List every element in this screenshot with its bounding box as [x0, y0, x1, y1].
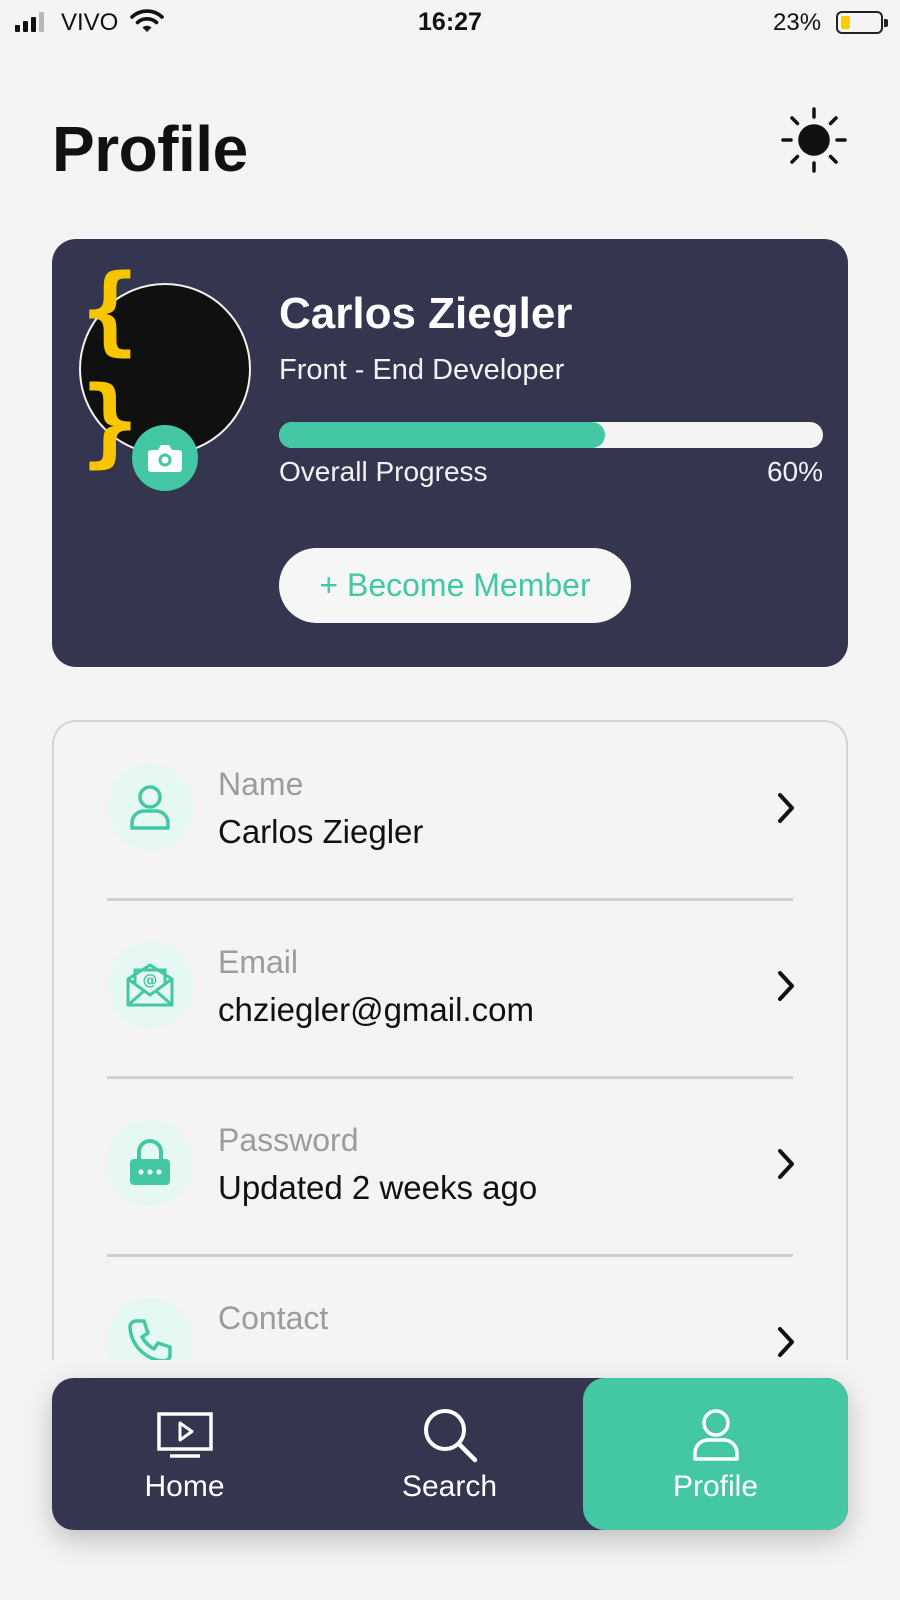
- account-settings-list: Name Carlos Ziegler @ Email chziegler@gm…: [52, 720, 848, 1360]
- settings-row-contact[interactable]: Contact: [54, 1256, 846, 1360]
- settings-row-name[interactable]: Name Carlos Ziegler: [54, 722, 846, 900]
- bottom-navigation: Home Search Profile: [52, 1378, 848, 1530]
- phone-icon: [107, 1298, 193, 1360]
- setting-value: Carlos Ziegler: [218, 813, 424, 850]
- setting-label: Name: [218, 766, 304, 802]
- nav-item-profile[interactable]: Profile: [583, 1378, 848, 1530]
- setting-value: chziegler@gmail.com: [218, 991, 534, 1028]
- nav-label: Profile: [672, 1470, 759, 1503]
- setting-value: Updated 2 weeks ago: [218, 1169, 538, 1206]
- progress-label: Overall Progress: [279, 456, 488, 487]
- progress-value: 60%: [766, 456, 823, 487]
- nav-item-search[interactable]: Search: [317, 1378, 582, 1530]
- theme-toggle-button[interactable]: [778, 104, 850, 176]
- progress-bar-fill: [279, 422, 606, 448]
- profile-screen: VIVO 16:27 23% Profile {} Carlos Ziegle…: [0, 0, 900, 1600]
- settings-row-email[interactable]: @ Email chziegler@gmail.com: [54, 900, 846, 1078]
- nav-label: Search: [401, 1470, 498, 1503]
- profile-card: { } Carlos Ziegler Front - End Developer…: [52, 239, 848, 667]
- profile-name: Carlos Ziegler: [279, 289, 573, 338]
- chevron-right-icon: [766, 1322, 806, 1360]
- setting-label: Password: [218, 1122, 359, 1158]
- clock: 16:27: [418, 8, 482, 36]
- battery-icon: [836, 11, 888, 34]
- chevron-right-icon: [766, 966, 806, 1006]
- email-icon: @: [107, 942, 193, 1028]
- chevron-right-icon: [766, 1144, 806, 1184]
- setting-label: Contact: [218, 1300, 329, 1336]
- battery-percentage: 23%: [773, 9, 822, 36]
- camera-icon: [148, 445, 182, 472]
- tv-play-icon: [156, 1406, 214, 1464]
- settings-row-password[interactable]: Password Updated 2 weeks ago: [54, 1078, 846, 1256]
- user-icon: [107, 764, 193, 850]
- become-member-button[interactable]: + Become Member: [279, 548, 631, 623]
- status-bar: VIVO 16:27 23%: [0, 0, 900, 44]
- search-icon: [421, 1406, 479, 1464]
- chevron-right-icon: [766, 788, 806, 828]
- svg-text:@: @: [143, 971, 158, 989]
- lock-icon: [107, 1120, 193, 1206]
- progress-bar: [279, 422, 823, 448]
- nav-label: Home: [144, 1470, 225, 1503]
- setting-label: Email: [218, 944, 299, 980]
- change-photo-button[interactable]: [132, 425, 198, 491]
- theme-toggle-icon: [781, 107, 847, 173]
- page-title: Profile: [52, 113, 248, 185]
- nav-item-home[interactable]: Home: [52, 1378, 317, 1530]
- profile-role: Front - End Developer: [279, 354, 565, 386]
- user-icon: [687, 1406, 745, 1464]
- battery-level: [841, 16, 850, 29]
